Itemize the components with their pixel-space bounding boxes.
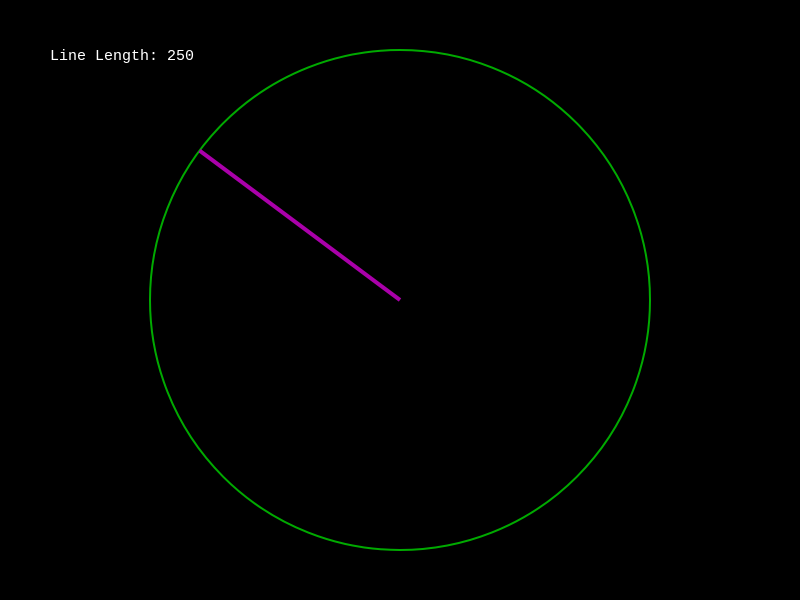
line-length-readout: Line Length: 250 [50, 48, 194, 66]
radius-line [198, 148, 402, 302]
canvas-svg [149, 49, 651, 551]
drawing-canvas: Line Length: 250 [0, 0, 800, 600]
line-length-label: Line Length: [50, 48, 159, 65]
line-length-value: 250 [167, 48, 195, 65]
